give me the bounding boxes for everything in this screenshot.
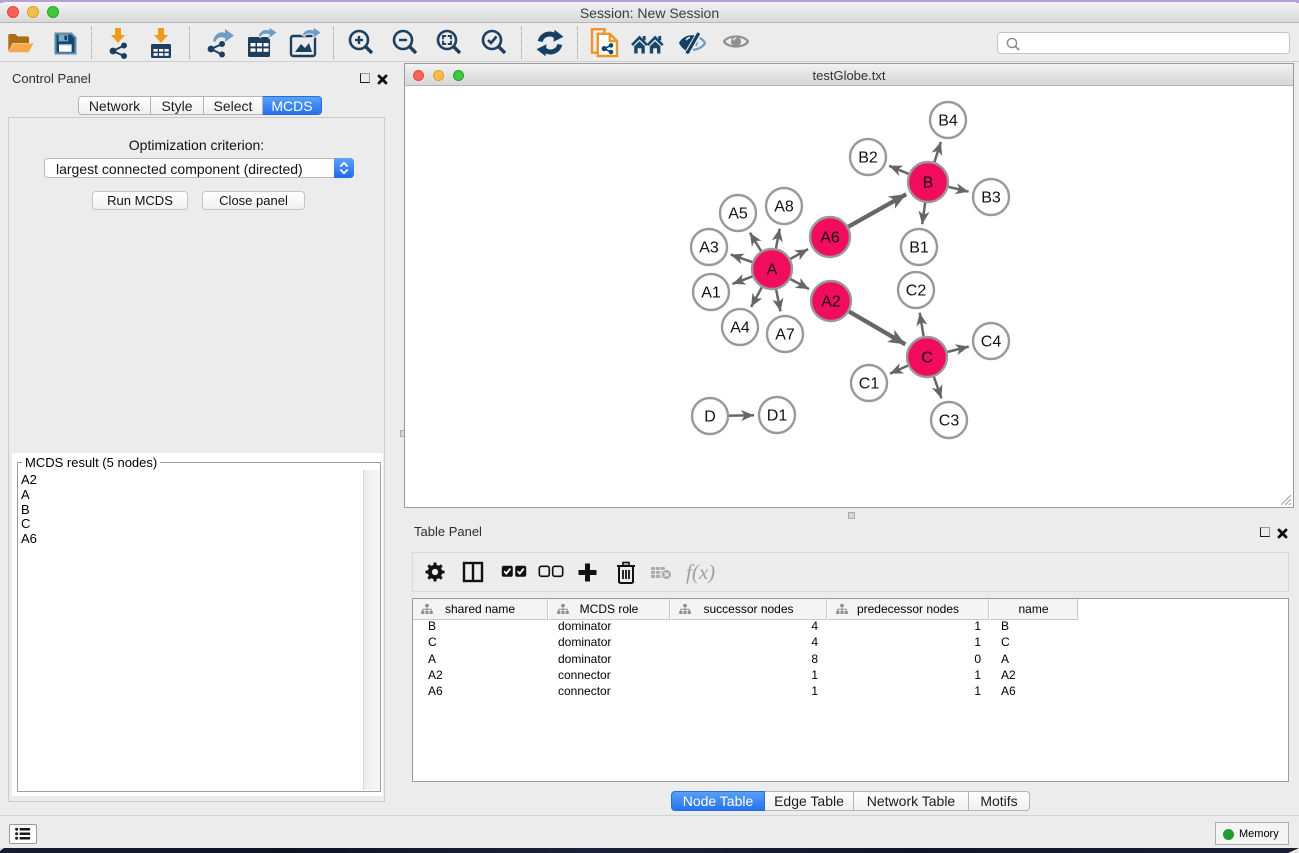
svg-text:C2: C2 [906,283,927,300]
svg-text:C3: C3 [939,413,960,430]
svg-text:B1: B1 [909,240,929,257]
svg-text:B2: B2 [858,150,878,167]
svg-text:A3: A3 [699,240,719,257]
svg-text:A4: A4 [730,320,750,337]
svg-text:A7: A7 [775,327,795,344]
svg-text:A2: A2 [821,294,841,311]
svg-text:B: B [923,175,934,192]
svg-text:D1: D1 [767,408,788,425]
svg-text:A: A [767,262,778,279]
svg-text:B3: B3 [981,190,1001,207]
svg-text:B4: B4 [938,113,958,130]
svg-text:C1: C1 [859,376,880,393]
svg-text:C4: C4 [981,334,1002,351]
svg-text:C: C [921,350,933,367]
svg-text:A8: A8 [774,199,794,216]
svg-text:A1: A1 [701,285,721,302]
svg-text:A5: A5 [728,206,748,223]
svg-text:A6: A6 [820,230,840,247]
svg-text:D: D [704,409,716,426]
